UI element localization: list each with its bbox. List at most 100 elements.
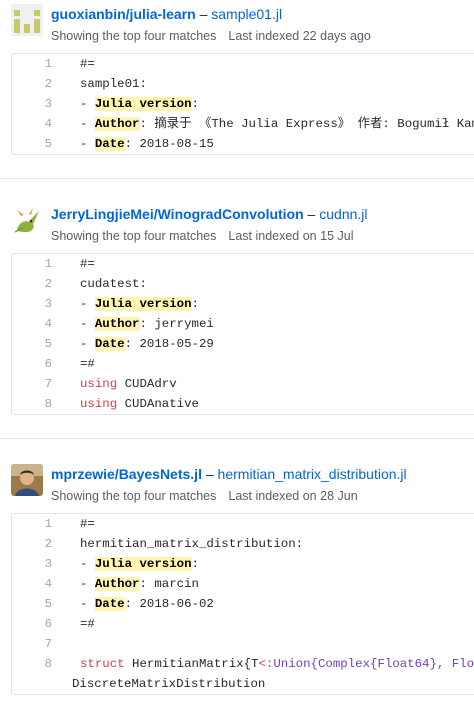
line-content: using CUDAnative	[80, 397, 199, 411]
line-number[interactable]: 6	[12, 354, 52, 374]
code-line: 3 - Julia version:	[12, 294, 474, 314]
line-number[interactable]: 3	[12, 294, 52, 314]
line-content: #=	[80, 517, 95, 531]
keyword-highlight: Date	[94, 337, 125, 351]
line-number[interactable]: 7	[12, 374, 52, 394]
code-line: 7	[12, 634, 474, 654]
line-number[interactable]: 8	[12, 394, 52, 414]
keyword-highlight: Julia version	[94, 557, 192, 571]
code-line: 1 #=	[12, 514, 474, 534]
identicon-avatar[interactable]	[11, 4, 43, 36]
keyword-highlight: Julia version	[94, 97, 192, 111]
line-number[interactable]: 8	[12, 654, 52, 674]
line-content: - Author: marcin	[80, 577, 199, 591]
dragon-avatar[interactable]	[11, 204, 43, 236]
result-title: mprzewie/BayesNets.jl – hermitian_matrix…	[51, 464, 407, 484]
code-line: 5 - Date: 2018-06-02	[12, 594, 474, 614]
keyword-highlight: Author	[94, 317, 140, 331]
line-number[interactable]: 6	[12, 614, 52, 634]
line-number[interactable]: 2	[12, 534, 52, 554]
keyword-highlight: Date	[94, 597, 125, 611]
code-line: 4 - Author: marcin	[12, 574, 474, 594]
result-meta: Showing the top four matches Last indexed…	[51, 487, 358, 505]
line-content: struct HermitianMatrix{T<:Union{Complex{…	[80, 657, 474, 671]
code-line: 8 struct HermitianMatrix{T<:Union{Complex…	[12, 654, 474, 674]
line-number[interactable]: 3	[12, 554, 52, 574]
line-content: - Date: 2018-08-15	[80, 137, 214, 151]
code-line: 6 =#	[12, 614, 474, 634]
line-content: #=	[80, 57, 95, 71]
file-link[interactable]: sample01.jl	[211, 6, 282, 22]
line-content: - Julia version:	[80, 297, 199, 311]
last-indexed: Last indexed on 15 Jul	[228, 229, 354, 243]
line-number[interactable]: 5	[12, 594, 52, 614]
result-meta: Showing the top four matches Last indexed…	[51, 227, 353, 245]
line-number[interactable]: 2	[12, 74, 52, 94]
line-number[interactable]: 4	[12, 114, 52, 134]
title-separator: –	[303, 206, 320, 222]
line-number[interactable]: 4	[12, 314, 52, 334]
repo-link[interactable]: JerryLingjieMei/WinogradConvolution	[51, 206, 304, 222]
line-number[interactable]: 5	[12, 334, 52, 354]
code-snippet: 1 #= 2 cudatest: 3 - Julia version: 4 - Auth…	[11, 253, 474, 415]
code-line: 5 - Date: 2018-05-29	[12, 334, 474, 354]
keyword-highlight: Author	[94, 117, 140, 131]
line-number[interactable]: 1	[12, 514, 52, 534]
code-line: 2 cudatest:	[12, 274, 474, 294]
title-separator: –	[201, 466, 218, 482]
line-content: =#	[80, 357, 95, 371]
code-line: 1 #=	[12, 54, 474, 74]
line-content: cudatest:	[80, 277, 147, 291]
line-content: - Date: 2018-06-02	[80, 597, 214, 611]
result-title: guoxianbin/julia-learn – sample01.jl	[51, 4, 282, 24]
code-line-continuation: DiscreteMatrixDistribution	[12, 674, 474, 694]
code-line: 7 using CUDAdrv	[12, 374, 474, 394]
line-content: DiscreteMatrixDistribution	[72, 677, 266, 691]
photo-avatar[interactable]	[11, 464, 43, 496]
code-line: 6 =#	[12, 354, 474, 374]
result-divider	[0, 178, 474, 179]
match-count: Showing the top four matches	[51, 29, 217, 43]
last-indexed: Last indexed 22 days ago	[228, 29, 371, 43]
line-content: using CUDAdrv	[80, 377, 177, 391]
code-line: 3 - Julia version:	[12, 554, 474, 574]
line-number[interactable]: 7	[12, 634, 52, 654]
code-line: 5 - Date: 2018-08-15	[12, 134, 474, 154]
line-content: hermitian_matrix_distribution:	[80, 537, 304, 551]
repo-link[interactable]: mprzewie/BayesNets.jl	[51, 466, 202, 482]
file-link[interactable]: hermitian_matrix_distribution.jl	[218, 466, 407, 482]
code-line: 1 #=	[12, 254, 474, 274]
line-content: =#	[80, 617, 95, 631]
result-divider	[0, 438, 474, 439]
code-line: 4 - Author: jerrymei	[12, 314, 474, 334]
keyword-highlight: Julia version	[94, 297, 192, 311]
keyword-highlight: Author	[94, 577, 140, 591]
match-count: Showing the top four matches	[51, 229, 217, 243]
line-content: - Author: jerrymei	[80, 317, 214, 331]
last-indexed: Last indexed on 28 Jun	[228, 489, 358, 503]
repo-link[interactable]: guoxianbin/julia-learn	[51, 6, 196, 22]
line-number[interactable]: 4	[12, 574, 52, 594]
code-snippet: 1 #= 2 sample01: 3 - Julia version: 4 - Auth…	[11, 53, 474, 155]
line-content: - Date: 2018-05-29	[80, 337, 214, 351]
line-number[interactable]: 2	[12, 274, 52, 294]
match-count: Showing the top four matches	[51, 489, 217, 503]
file-link[interactable]: cudnn.jl	[319, 206, 367, 222]
line-content: - Author: 摘录于 《The Julia Express》 作者: Bo…	[80, 117, 474, 131]
code-line: 8 using CUDAnative	[12, 394, 474, 414]
result-title: JerryLingjieMei/WinogradConvolution – cu…	[51, 204, 368, 224]
code-line: 3 - Julia version:	[12, 94, 474, 114]
code-line: 4 - Author: 摘录于 《The Julia Express》 作者: B…	[12, 114, 474, 134]
keyword-highlight: Date	[94, 137, 125, 151]
title-separator: –	[195, 6, 212, 22]
line-number[interactable]: 5	[12, 134, 52, 154]
code-line: 2 hermitian_matrix_distribution:	[12, 534, 474, 554]
line-number[interactable]: 1	[12, 54, 52, 74]
line-number[interactable]: 3	[12, 94, 52, 114]
code-line: 2 sample01:	[12, 74, 474, 94]
line-content: sample01:	[80, 77, 147, 91]
line-number[interactable]: 1	[12, 254, 52, 274]
line-content: #=	[80, 257, 95, 271]
result-meta: Showing the top four matches Last indexed…	[51, 27, 371, 45]
code-snippet: 1 #= 2 hermitian_matrix_distribution: 3 - J…	[11, 513, 474, 695]
